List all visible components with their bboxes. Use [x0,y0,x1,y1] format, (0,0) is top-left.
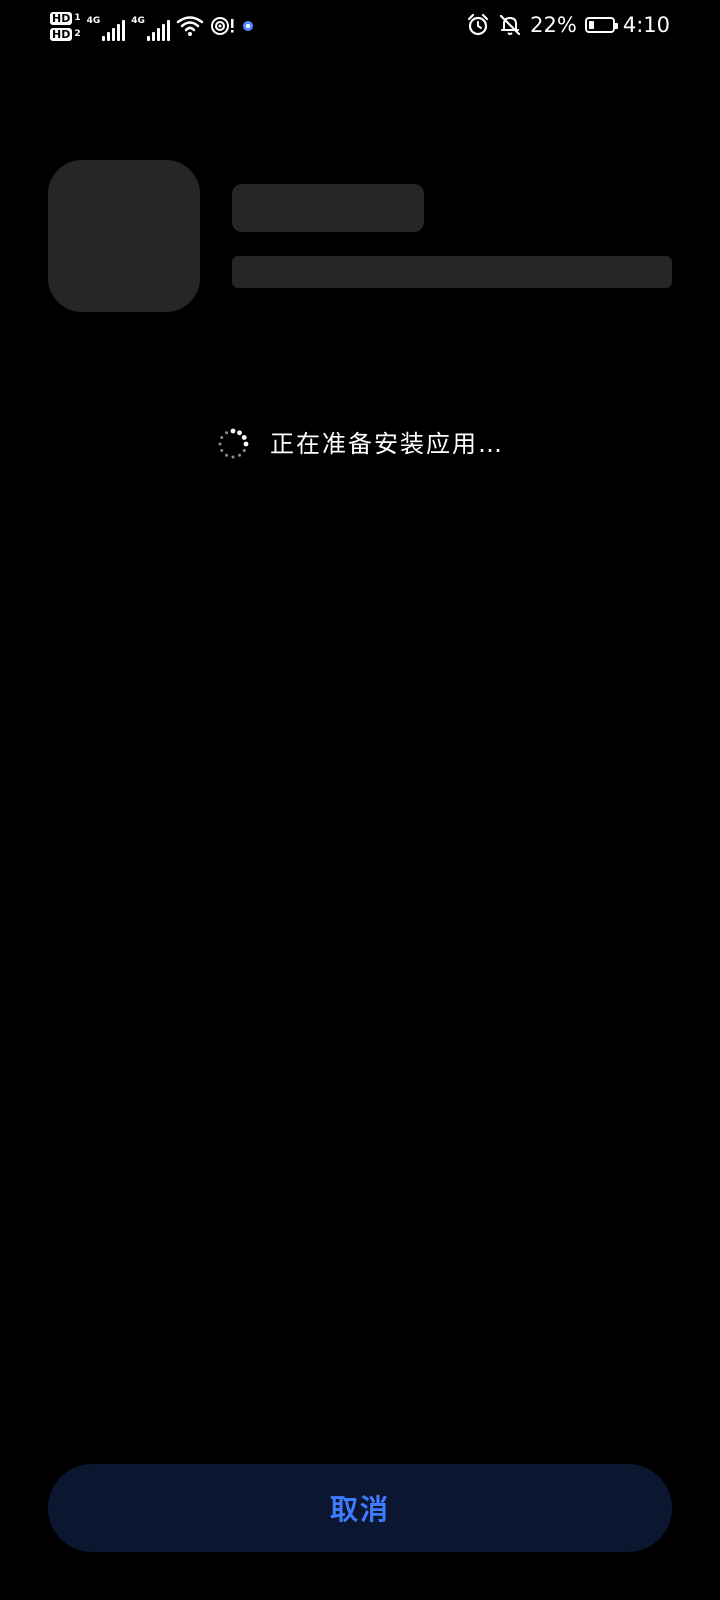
spinner-dot [225,453,228,457]
spinner-dot [231,455,235,459]
hd-indicator-sim1: HD 1 [50,11,81,25]
app-description-placeholder [232,256,672,288]
cancel-button[interactable]: 取消 [48,1464,672,1552]
status-bar-left: HD 1 HD 2 4G 4G [50,5,254,47]
notification-dot-icon [242,20,254,32]
spinner-dot [220,449,224,452]
bell-muted-icon [498,13,522,37]
spinner-dot [238,453,241,457]
hd-badge: HD [50,11,73,25]
spinner-dot [243,441,249,447]
hd-indicators: HD 1 HD 2 [50,11,81,41]
network-type-label: 4G [86,16,101,26]
sim2-signal: 4G [131,15,170,41]
spinner-dot [237,430,242,436]
hd-indicator-sim2: HD 2 [50,27,81,41]
hd-index: 2 [74,29,81,39]
spinner-dot [242,449,246,452]
hd-badge: HD [50,27,73,41]
spinner-dot [218,442,222,446]
wifi-icon [176,15,204,37]
spinner-dot [241,435,247,440]
hotspot-icon [210,15,236,37]
app-icon-placeholder [48,160,200,312]
battery-percent: 22% [530,13,577,37]
sim1-signal: 4G [87,15,126,41]
signal-icon [102,19,126,41]
battery-icon [584,17,618,33]
loading-text: 正在准备安装应用… [270,430,504,458]
loading-spinner-icon [216,427,250,461]
cancel-button-label: 取消 [329,1493,390,1526]
clock: 4:10 [622,13,670,37]
spinner-dot [230,428,236,434]
status-bar-right: 22% 4:10 [466,10,670,40]
app-name-placeholder [232,184,424,232]
signal-icon [146,19,170,41]
hd-index: 1 [74,13,81,23]
spinner-dot [225,431,228,435]
spinner-dot [220,436,224,439]
battery-level-fill [588,21,594,29]
alarm-icon [466,13,490,37]
loading-status: 正在准备安装应用… [0,424,720,464]
status-bar: HD 1 HD 2 4G 4G 22% 4:10 [0,0,720,50]
network-type-label: 4G [131,16,145,26]
